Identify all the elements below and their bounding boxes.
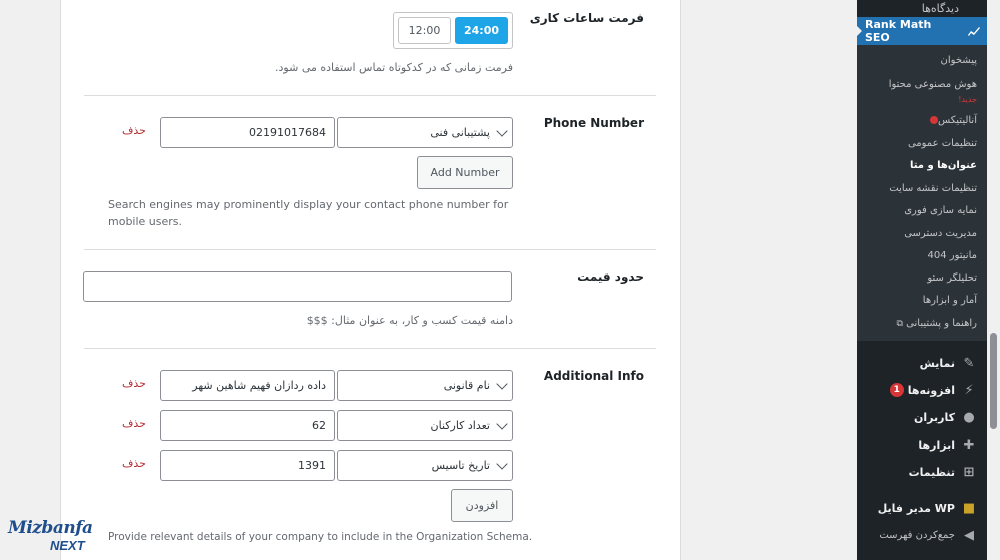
phone-delete-link[interactable]: حذف: [122, 124, 146, 137]
work-hours-label: فرمت ساعات کاری: [529, 11, 644, 25]
sidebar-item-settings[interactable]: ⊞ تنظیمات: [909, 464, 977, 480]
info-delete-link[interactable]: حذف: [122, 457, 146, 470]
update-count-badge: 1: [889, 383, 904, 397]
info-value: داده ردازان فهیم شاهین شهر: [192, 379, 326, 392]
info-value-input[interactable]: 1391: [160, 450, 335, 481]
additional-info-description: Provide relevant details of your company…: [108, 531, 533, 543]
submenu-item-status-tools[interactable]: آمار و ابزارها: [923, 295, 977, 306]
phone-number-value: 02191017684: [249, 126, 326, 139]
phone-description: Search engines may prominently display y…: [108, 198, 509, 228]
sidebar-item-users[interactable]: ● کاربران: [914, 409, 977, 425]
submenu-item-dashboard[interactable]: پیشخوان: [941, 55, 977, 66]
new-tag: جدید!: [958, 95, 977, 104]
rank-math-label: Rank Math SEO: [865, 18, 932, 44]
divider: [84, 348, 656, 349]
logo-subtext: NEXT: [50, 538, 85, 553]
additional-info-label: Additional Info: [543, 369, 644, 383]
sidebar-item-comments[interactable]: دیدگاه‌ها: [857, 0, 987, 17]
chevron-down-icon: [496, 418, 508, 430]
sidebar-item-rank-math[interactable]: Rank Math SEO: [856, 17, 987, 45]
help-label: راهنما و پشتیبانی: [906, 318, 977, 329]
submenu-item-seo-analyzer[interactable]: تحلیلگر سئو: [927, 273, 977, 284]
info-delete-link[interactable]: حذف: [122, 377, 146, 390]
info-value: 62: [312, 419, 326, 432]
wrench-icon: ✚: [963, 437, 975, 453]
submenu-item-help[interactable]: راهنما و پشتیبانی ⧉: [897, 318, 977, 329]
sidebar-item-appearance[interactable]: ✎ نمایش: [920, 355, 977, 371]
user-icon: ●: [963, 409, 975, 425]
settings-icon: ⊞: [963, 464, 975, 480]
format-24h-option[interactable]: 24:00: [455, 17, 508, 44]
phone-number-label: Phone Number: [543, 116, 644, 130]
logo-text: Mizbanfa: [8, 518, 93, 538]
submenu-item-404-monitor[interactable]: مانیتور 404: [928, 250, 978, 261]
page-scrollbar[interactable]: [987, 0, 1000, 560]
info-type-select[interactable]: تاریخ تاسیس: [337, 450, 513, 481]
info-type-select[interactable]: نام قانونی: [337, 370, 513, 401]
info-value-input[interactable]: داده ردازان فهیم شاهین شهر: [160, 370, 335, 401]
appearance-label: نمایش: [919, 356, 955, 370]
submenu-item-instant-indexing[interactable]: نمایه سازی فوری: [904, 205, 977, 216]
scrollbar-thumb[interactable]: [990, 333, 997, 429]
analytics-label: آنالیتیکس: [938, 115, 977, 126]
users-label: کاربران: [914, 410, 955, 424]
plugins-label: افزونه‌ها: [907, 383, 955, 397]
current-arrow-icon: [856, 25, 862, 37]
chevron-down-icon: [496, 125, 508, 137]
phone-number-input[interactable]: 02191017684: [160, 117, 335, 148]
divider: [84, 95, 656, 96]
collapse-icon: ◀: [964, 527, 974, 543]
info-type-value: تعداد کارکنان: [430, 419, 490, 432]
info-delete-link[interactable]: حذف: [122, 417, 146, 430]
settings-label: تنظیمات: [908, 465, 955, 479]
alert-dot-icon: [930, 116, 939, 124]
info-type-value: نام قانونی: [443, 379, 490, 392]
brush-icon: ✎: [963, 355, 975, 371]
collapse-label: جمع‌کردن فهرست: [879, 529, 955, 541]
mizbanfa-logo: Mizbanfa NEXT: [8, 518, 98, 556]
submenu-item-role-manager[interactable]: مدیریت دسترسی: [904, 228, 977, 239]
folder-icon: ■: [962, 500, 976, 516]
phone-type-value: پشتیبانی فنی: [430, 126, 490, 139]
sidebar-item-file-manager[interactable]: ■ WP مدیر فایل: [878, 500, 977, 516]
external-link-icon: ⧉: [896, 319, 903, 329]
info-type-select[interactable]: تعداد کارکنان: [337, 410, 513, 441]
price-range-label: حدود قیمت: [577, 270, 644, 284]
divider: [84, 249, 656, 250]
sidebar-item-tools[interactable]: ✚ ابزارها: [918, 437, 977, 453]
price-range-description: دامنه قیمت کسب و کار، به عنوان مثال: $$$: [306, 314, 513, 327]
tools-label: ابزارها: [918, 438, 955, 452]
collapse-menu-button[interactable]: ◀ جمع‌کردن فهرست: [879, 527, 977, 543]
chevron-down-icon: [496, 378, 508, 390]
work-hours-description: فرمت زمانی که در کدکوتاه تماس استفاده می…: [275, 61, 513, 74]
rank-math-submenu: پیشخوان هوش مصنوعی محتوا جدید! آنالیتیکس…: [857, 45, 987, 341]
file-manager-label: WP مدیر فایل: [877, 501, 955, 515]
add-number-button[interactable]: Add Number: [417, 156, 513, 189]
submenu-item-content-ai[interactable]: هوش مصنوعی محتوا: [889, 79, 977, 90]
time-format-toggle[interactable]: 12:00 24:00: [393, 12, 513, 49]
submenu-item-sitemap[interactable]: تنظیمات نقشه سایت: [889, 183, 977, 194]
admin-sidebar: دیدگاه‌ها Rank Math SEO پیشخوان هوش مصنو…: [856, 0, 987, 560]
submenu-item-analytics[interactable]: آنالیتیکس: [928, 115, 977, 126]
format-12h-option[interactable]: 12:00: [398, 17, 451, 44]
sidebar-item-plugins[interactable]: ⚡ افزونه‌ها 1: [889, 382, 977, 398]
plugin-icon: ⚡: [964, 382, 974, 398]
chevron-down-icon: [496, 458, 508, 470]
phone-type-select[interactable]: پشتیبانی فنی: [337, 117, 513, 148]
submenu-item-general-settings[interactable]: تنظیمات عمومی: [908, 138, 977, 149]
price-range-input[interactable]: [83, 271, 512, 302]
info-value: 1391: [298, 459, 326, 472]
info-type-value: تاریخ تاسیس: [431, 459, 490, 472]
info-value-input[interactable]: 62: [160, 410, 335, 441]
add-info-button[interactable]: افزودن: [451, 489, 513, 522]
submenu-item-titles-meta[interactable]: عنوان‌ها و متا: [910, 160, 977, 171]
rank-math-icon: [968, 27, 980, 36]
comments-label: دیدگاه‌ها: [921, 2, 959, 15]
